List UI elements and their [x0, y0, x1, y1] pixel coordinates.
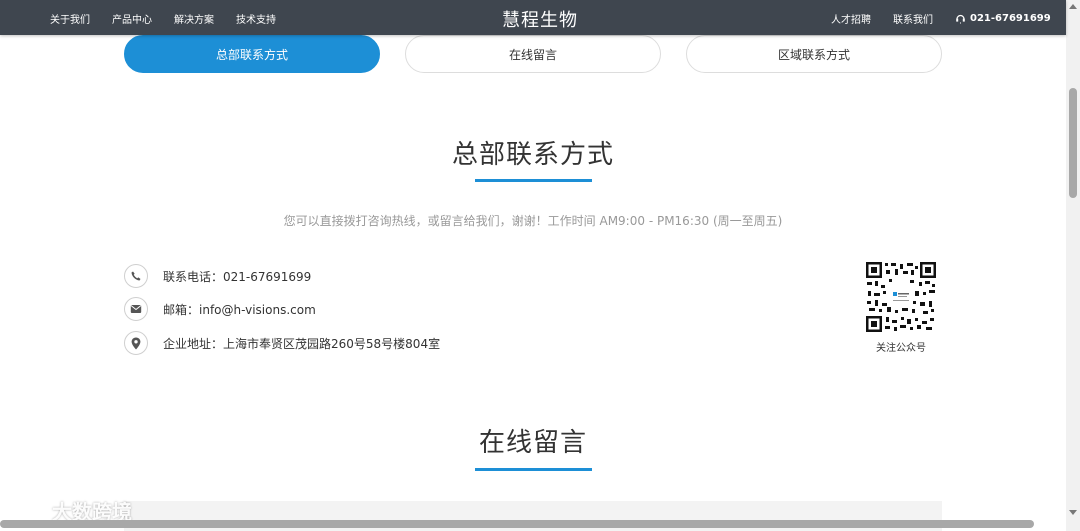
headquarters-title-underline [475, 179, 592, 182]
wechat-qr-code [865, 261, 937, 333]
top-nav-bar: 关于我们 产品中心 解决方案 技术支持 慧程生物 人才招聘 联系我们 021-6… [0, 0, 1066, 35]
online-message-title: 在线留言 [478, 428, 587, 458]
vertical-scrollbar[interactable] [1066, 0, 1080, 531]
horizontal-scroll-thumb[interactable] [0, 520, 1034, 528]
nav-item-solutions[interactable]: 解决方案 [174, 11, 214, 26]
top-phone-number: 021-67691699 [970, 13, 1051, 24]
phone-icon [124, 264, 148, 288]
tab-online-message[interactable]: 在线留言 [405, 35, 661, 73]
contact-address-row: 企业地址：上海市奉贤区茂园路260号58号楼804室 [124, 331, 440, 355]
online-message-title-underline [475, 468, 592, 471]
contact-phone-row: 联系电话：021-67691699 [124, 264, 311, 288]
contact-email-row: 邮箱：info@h-visions.com [124, 297, 316, 321]
scrollbar-corner [1066, 518, 1080, 531]
qr-code-label: 关注公众号 [876, 343, 926, 354]
contact-tabs: 总部联系方式 在线留言 区域联系方式 [124, 35, 944, 75]
nav-item-careers[interactable]: 人才招聘 [831, 11, 871, 26]
headquarters-intro: 您可以直接拨打咨询热线，或留言给我们，谢谢！工作时间 AM9:00 - PM16… [283, 214, 783, 228]
tab-regional-contacts[interactable]: 区域联系方式 [686, 35, 942, 73]
scroll-down-arrow-icon[interactable] [1069, 510, 1077, 515]
contact-phone-text: 联系电话：021-67691699 [163, 269, 312, 284]
location-pin-icon [124, 331, 148, 355]
contact-email-text: 邮箱：info@h-visions.com [163, 302, 316, 317]
nav-item-contact[interactable]: 联系我们 [893, 11, 933, 26]
scroll-up-arrow-icon[interactable] [1069, 4, 1077, 9]
contact-address-text: 企业地址：上海市奉贤区茂园路260号58号楼804室 [163, 336, 441, 351]
nav-right: 人才招聘 联系我们 021-67691699 [831, 11, 1051, 26]
site-logo[interactable]: 慧程生物 [502, 6, 578, 32]
page: 关于我们 产品中心 解决方案 技术支持 慧程生物 人才招聘 联系我们 021-6… [0, 0, 1080, 531]
phone-headset-icon [955, 13, 966, 24]
nav-item-about[interactable]: 关于我们 [50, 11, 90, 26]
nav-item-products[interactable]: 产品中心 [112, 11, 152, 26]
headquarters-title: 总部联系方式 [451, 140, 614, 170]
nav-item-support[interactable]: 技术支持 [236, 11, 276, 26]
tab-headquarters[interactable]: 总部联系方式 [124, 35, 380, 73]
horizontal-scrollbar[interactable] [0, 518, 1066, 531]
nav-left: 关于我们 产品中心 解决方案 技术支持 [50, 11, 298, 26]
vertical-scroll-thumb[interactable] [1069, 88, 1077, 198]
mail-icon [124, 297, 148, 321]
top-phone[interactable]: 021-67691699 [955, 13, 1051, 24]
